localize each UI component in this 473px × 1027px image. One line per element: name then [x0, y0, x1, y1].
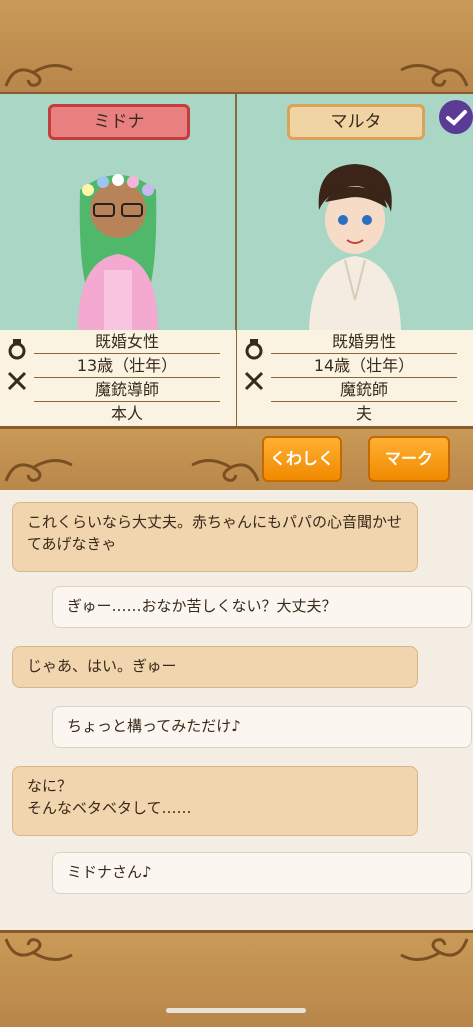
ring-icon — [8, 339, 26, 360]
marital-status: 既婚女性 — [34, 330, 220, 354]
character-avatar-self — [78, 174, 158, 330]
job-text: 魔銃師 — [271, 378, 457, 402]
crossed-swords-icon — [7, 371, 27, 391]
message-bubble: ぎゅー……おなか苦しくない？大丈夫？ — [52, 586, 472, 628]
scroll-ornament-right — [400, 938, 469, 961]
ring-icon — [245, 339, 263, 360]
character-avatar-spouse — [309, 164, 401, 330]
relation-text: 本人 — [110, 404, 143, 423]
message-bubble: これくらいなら大丈夫。赤ちゃんにもパパの心音聞かせてあげなきゃ — [12, 502, 418, 572]
message-bubble: じゃあ、はい。ぎゅー — [12, 646, 418, 688]
message-bubble: ちょっと構ってみただけ♪ — [52, 706, 472, 748]
scroll-ornament-right — [400, 64, 469, 87]
scroll-ornament-left — [4, 64, 73, 87]
scroll-ornament-left — [4, 459, 73, 482]
character-panel-self: ミドナ — [0, 94, 236, 330]
character-info-self: 既婚女性 13歳（壮年） 魔銃導師 本人 — [0, 330, 236, 426]
scroll-ornament-left — [4, 938, 73, 961]
message-bubble: なに？ そんなベタベタして…… — [12, 766, 418, 836]
age-text: 14歳（壮年） — [271, 354, 457, 378]
character-info-spouse: 既婚男性 14歳（壮年） 魔銃師 夫 — [237, 330, 473, 426]
marital-status: 既婚男性 — [271, 330, 457, 354]
relation-text: 夫 — [355, 404, 372, 423]
details-button[interactable]: くわしく — [262, 436, 342, 482]
job-text: 魔銃導師 — [34, 378, 220, 402]
message-text: ぎゅー……おなか苦しくない？大丈夫？ — [67, 597, 337, 615]
top-frame — [0, 0, 473, 95]
character-panel-spouse: マルタ — [237, 94, 473, 330]
crossed-swords-icon — [244, 371, 264, 391]
mark-button[interactable]: マーク — [368, 436, 450, 482]
message-text: ちょっと構ってみただけ♪ — [67, 717, 241, 735]
home-indicator[interactable] — [166, 1008, 306, 1013]
conversation-log[interactable]: これくらいなら大丈夫。赤ちゃんにもパパの心音聞かせてあげなきゃ ぎゅー……おなか… — [0, 490, 473, 930]
character-name-spouse: マルタ — [287, 104, 425, 140]
message-text: じゃあ、はい。ぎゅー — [27, 657, 177, 675]
message-text: ミドナさん♪ — [67, 863, 152, 881]
check-badge-icon[interactable] — [439, 100, 473, 134]
message-bubble: ミドナさん♪ — [52, 852, 472, 894]
message-text: なに？ そんなベタベタして…… — [27, 777, 192, 817]
message-text: これくらいなら大丈夫。赤ちゃんにもパパの心音聞かせてあげなきゃ — [27, 513, 403, 553]
scroll-ornament-center — [191, 459, 260, 482]
character-name-self: ミドナ — [48, 104, 190, 140]
age-text: 13歳（壮年） — [34, 354, 220, 378]
